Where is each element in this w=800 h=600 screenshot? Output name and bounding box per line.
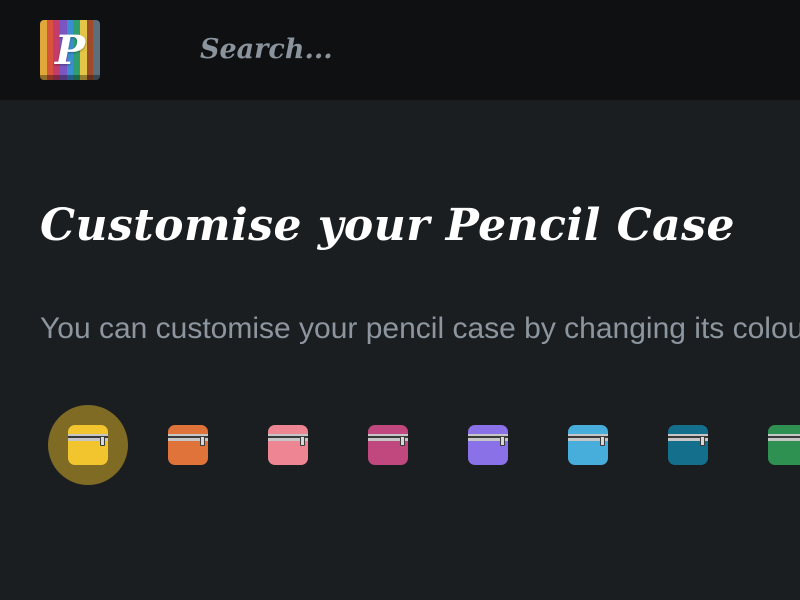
search-input[interactable] bbox=[200, 26, 560, 72]
pencil-case-icon bbox=[168, 425, 208, 465]
pencil-case-icon bbox=[368, 425, 408, 465]
logo-letter: P bbox=[54, 26, 86, 74]
colour-swatch-pink[interactable] bbox=[248, 405, 328, 485]
pencil-case-icon bbox=[668, 425, 708, 465]
pencil-case-icon bbox=[68, 425, 108, 465]
zipper-pull bbox=[700, 436, 705, 446]
app-logo[interactable]: P bbox=[40, 20, 100, 80]
zipper-pull bbox=[200, 436, 205, 446]
zipper-pull bbox=[300, 436, 305, 446]
pencil-case-icon bbox=[768, 425, 800, 465]
colour-swatch-yellow[interactable] bbox=[48, 405, 128, 485]
zipper-pull bbox=[600, 436, 605, 446]
zipper bbox=[768, 434, 800, 441]
colour-swatch-teal[interactable] bbox=[648, 405, 728, 485]
colour-swatch-magenta[interactable] bbox=[348, 405, 428, 485]
colour-swatch-light-blue[interactable] bbox=[548, 405, 628, 485]
zipper-pull bbox=[100, 436, 105, 446]
page-description: You can customise your pencil case by ch… bbox=[40, 312, 800, 345]
page-title: Customise your Pencil Case bbox=[40, 200, 735, 251]
zipper-pull bbox=[400, 436, 405, 446]
pencil-case-icon bbox=[468, 425, 508, 465]
pencil-case-icon bbox=[268, 425, 308, 465]
colour-swatch-orange[interactable] bbox=[148, 405, 228, 485]
top-bar: P bbox=[0, 0, 800, 100]
zipper-pull bbox=[500, 436, 505, 446]
colour-picker bbox=[48, 405, 800, 485]
pencil-case-icon bbox=[568, 425, 608, 465]
colour-swatch-purple[interactable] bbox=[448, 405, 528, 485]
colour-swatch-green[interactable] bbox=[748, 405, 800, 485]
